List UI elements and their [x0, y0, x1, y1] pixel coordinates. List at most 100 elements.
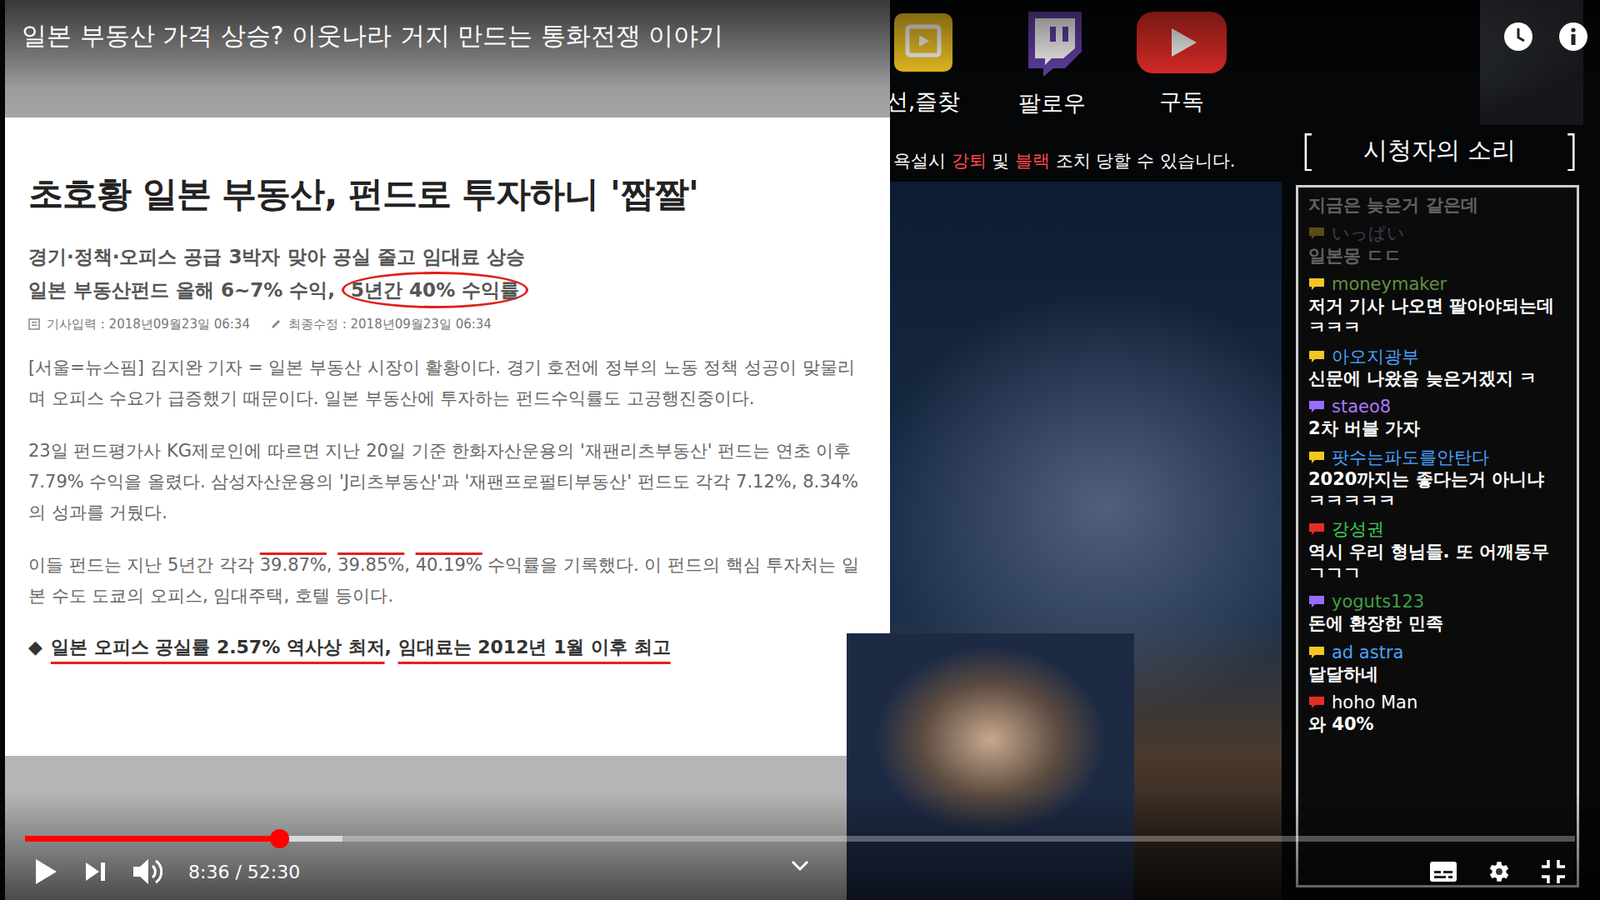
segment-text: ,	[326, 555, 338, 575]
text-segment: 이들 펀드는 지난 5년간 각각	[28, 555, 260, 575]
info-icon[interactable]	[1558, 21, 1589, 52]
meta-text: 기사입력 : 2018년09월23일 06:34	[46, 315, 250, 335]
notice-text: 욕설시	[893, 150, 952, 171]
segment-text: 39.85%	[337, 555, 405, 575]
next-icon[interactable]	[83, 860, 107, 884]
top-buttons	[1503, 21, 1589, 52]
overlay-buttons: 선,즐찾 팔로우 구독	[866, 10, 1238, 121]
clock-icon[interactable]	[1503, 21, 1534, 52]
notice-segment: 강퇴	[951, 150, 987, 171]
chat-text: 신문에 나왔음 늦은거겠지 ㅋ	[1308, 367, 1567, 390]
chat-name-row: hoho Man	[1308, 691, 1567, 714]
overlay-label: 팔로우	[1018, 86, 1086, 121]
chat-message: ad astra달달하네	[1308, 641, 1567, 686]
article-headline: 초호황 일본 부동산, 펀드로 투자하니 '짭짤'	[28, 167, 867, 220]
segment-text: 임대료는 2012년 1월 이후 최고	[398, 636, 671, 658]
overlay-button[interactable]: 구독	[1125, 10, 1238, 121]
text-segment: 일본 오피스 공실률 2.57% 역사상 최저	[50, 636, 385, 658]
chat-text: 저거 기사 나오면 팔아야되는데 ㅋㅋㅋ	[1308, 295, 1567, 340]
chat-user[interactable]: ad astra	[1331, 641, 1404, 664]
chat-message: staeo82차 버블 가자	[1308, 395, 1567, 440]
notice-text: 강퇴	[951, 150, 987, 171]
chat-message: moneymaker저거 기사 나오면 팔아야되는데 ㅋㅋㅋ	[1308, 273, 1567, 340]
segment-text: [서울=뉴스핌] 김지완 기자 = 일본 부동산 시장이 활황이다. 경기 호전…	[28, 357, 855, 409]
video-player[interactable]: 초호황 일본 부동산, 펀드로 투자하니 '짭짤' 경기·정책·오피스 공급 3박…	[0, 0, 1600, 900]
youtube-icon[interactable]	[1135, 10, 1229, 75]
chat-user-text: いっぱい	[1331, 223, 1405, 244]
chat-text: 일본몽 ㄷㄷ	[1308, 245, 1567, 267]
notice-text: 조치 당할 수 있습니다.	[1050, 150, 1235, 171]
platform-icon	[1308, 350, 1325, 364]
exit-fullscreen-icon[interactable]	[1540, 858, 1567, 885]
chevron-down-icon[interactable]	[790, 859, 810, 873]
gear-icon[interactable]	[1485, 857, 1514, 886]
chat-message: 강성권역시 우리 형님들. 또 어깨동무 ㄱㄱㄱ	[1308, 518, 1567, 585]
notice-text: 및	[986, 150, 1015, 171]
volume-icon[interactable]	[131, 856, 164, 887]
chat-message-body: yoguts123돈에 환장한 민족	[1308, 590, 1567, 635]
meta-item: 최종수정 : 2018년09월23일 06:34	[270, 315, 492, 335]
overlay-label: 선,즐찾	[885, 85, 961, 120]
platform-icon	[1308, 645, 1325, 660]
chat-user-text: ad astra	[1331, 642, 1404, 663]
controls-shade	[0, 791, 1600, 900]
segment-text: 이들 펀드는 지난 5년간 각각	[28, 555, 260, 575]
chat-name-row: moneymaker	[1308, 273, 1567, 295]
chat-user[interactable]: yoguts123	[1331, 590, 1425, 613]
chat-name-row: 아오지광부	[1308, 345, 1567, 368]
chat-header: [시청자의 소리]	[1300, 125, 1580, 177]
progress-track[interactable]	[25, 835, 1575, 842]
article-paragraph: 23일 펀드평가사 KG제로인에 따르면 지난 20일 기준 한화자산운용의 '…	[28, 435, 867, 529]
platform-icon	[1308, 277, 1325, 291]
segment-text: 경기·정책·오피스 공급 3박자 맞아 공실 줄고 임대료 상승	[28, 245, 525, 268]
segment-text: 일본 부동산펀드 올해 6~7% 수익,	[28, 279, 342, 301]
article-highlight: ◆일본 오피스 공실률 2.57% 역사상 최저, 임대료는 2012년 1월 …	[28, 633, 867, 661]
bookmark-icon[interactable]	[892, 10, 955, 75]
chat-name-row: yoguts123	[1308, 590, 1567, 613]
chat-message: 지금은 늦은거 같은데	[1308, 194, 1567, 216]
chat-user-text: moneymaker	[1331, 274, 1447, 295]
chat-user[interactable]: いっぱい	[1331, 222, 1405, 245]
platform-icon	[1308, 400, 1325, 414]
platform-icon	[1308, 595, 1325, 609]
platform-icon	[1308, 450, 1325, 465]
chat-text: 와 40%	[1308, 713, 1567, 735]
chat-message-body: 지금은 늦은거 같은데	[1308, 194, 1567, 216]
chat-message-body: 강성권역시 우리 형님들. 또 어깨동무 ㄱㄱㄱ	[1308, 518, 1567, 585]
bracket: [	[1300, 130, 1317, 172]
chat-text: 돈에 환장한 민족	[1308, 612, 1567, 635]
segment-text: 39.87%	[260, 555, 327, 575]
time-display: 8:36 / 52:30	[188, 858, 300, 886]
chat-user[interactable]: hoho Man	[1331, 691, 1418, 714]
text-segment: 40.19%	[415, 555, 483, 575]
segment-text: ,	[404, 555, 415, 575]
chat-name-row: いっぱい	[1308, 222, 1567, 245]
chat-name-row: staeo8	[1308, 395, 1567, 418]
chat-text: 달달하네	[1308, 663, 1567, 685]
article-document: 초호황 일본 부동산, 펀드로 투자하니 '짭짤' 경기·정책·오피스 공급 3박…	[5, 117, 890, 756]
chat-user-text: 팟수는파도를안탄다	[1331, 447, 1490, 468]
scrubber-knob[interactable]	[270, 829, 290, 849]
right-controls	[1428, 855, 1567, 889]
meta-text: 최종수정 : 2018년09월23일 06:34	[288, 315, 492, 335]
chat-name-row: 팟수는파도를안탄다	[1308, 446, 1567, 469]
subtitles-icon[interactable]	[1428, 860, 1459, 884]
chat-user[interactable]: 팟수는파도를안탄다	[1331, 446, 1490, 469]
twitch-icon[interactable]	[1021, 10, 1084, 77]
overlay-button[interactable]: 팔로우	[995, 10, 1109, 121]
document-icon	[28, 318, 40, 330]
notice-segment: 및	[986, 150, 1015, 171]
notice-segment: 욕설시	[893, 150, 952, 171]
chat-user[interactable]: 아오지광부	[1331, 345, 1420, 368]
chat-user-text: 아오지광부	[1331, 346, 1420, 367]
chat-user[interactable]: moneymaker	[1331, 273, 1447, 295]
chat-message-body: 팟수는파도를안탄다2020까지는 좋다는거 아니냐 ㅋㅋㅋㅋㅋ	[1308, 446, 1567, 513]
notice-segment: 블랙	[1015, 150, 1050, 171]
text-segment: 39.85%	[337, 555, 405, 575]
chat-user[interactable]: 강성권	[1331, 518, 1385, 540]
segment-text: 40.19%	[415, 555, 483, 575]
chat-title: 시청자의 소리	[1363, 132, 1516, 170]
chat-user[interactable]: staeo8	[1331, 395, 1391, 418]
text-segment: 경기·정책·오피스 공급 3박자 맞아 공실 줄고 임대료 상승	[28, 245, 525, 268]
play-icon[interactable]	[33, 857, 59, 886]
